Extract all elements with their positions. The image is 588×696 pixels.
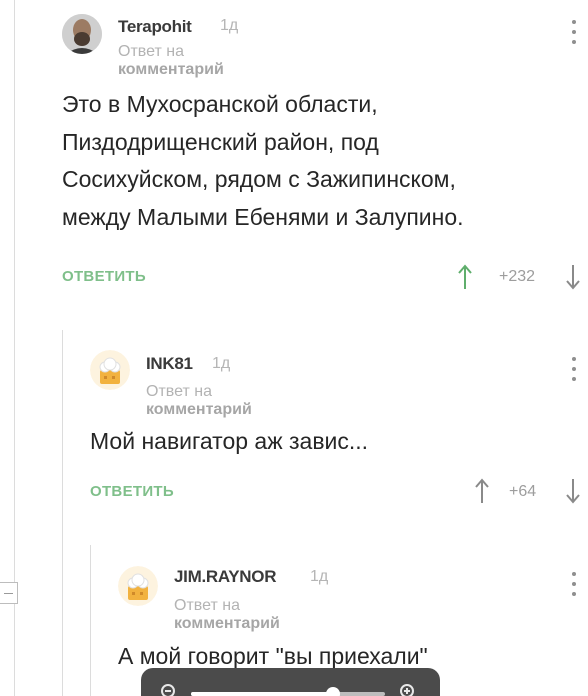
avatar[interactable] [90,350,130,390]
arrow-down-icon[interactable] [566,478,580,504]
reply-button[interactable]: ОТВЕТИТЬ [62,268,146,285]
zoom-in-icon[interactable] [400,684,414,696]
comment-text: Мой навигатор аж завис... [90,428,369,454]
reply-to-prefix: Ответ на [146,383,212,400]
user-photo-icon [62,14,102,54]
arrow-down-icon[interactable] [566,264,580,290]
zoom-out-icon[interactable] [161,684,175,696]
default-chef-avatar-icon [90,350,130,390]
comment-text: Это в Мухосранской области, Пиздодрищенс… [62,91,464,230]
rating-count: +232 [499,268,536,285]
comment-age: 1д [220,17,239,34]
collapse-thread-button[interactable] [0,582,18,604]
rating-count: +64 [509,483,537,500]
arrow-up-icon[interactable] [458,264,472,290]
reply-button[interactable]: ОТВЕТИТЬ [90,483,174,500]
reply-to-link[interactable]: Ответ на комментарий [146,383,252,419]
reply-to-prefix: Ответ на [118,43,184,60]
vertical-dots-icon[interactable] [570,20,578,46]
vertical-dots-icon[interactable] [570,572,578,598]
reply-to-target[interactable]: комментарий [174,615,280,632]
comment-author[interactable]: JIM.RAYNOR [174,567,276,587]
reply-to-link[interactable]: Ответ на комментарий [174,597,280,633]
arrow-up-icon[interactable] [475,478,489,504]
thread-line-level-1 [62,330,63,696]
zoom-slider[interactable] [191,687,385,696]
reply-to-target[interactable]: комментарий [146,401,252,418]
vertical-dots-icon[interactable] [570,357,578,383]
reply-to-target[interactable]: комментарий [118,61,224,78]
avatar[interactable] [118,566,158,606]
zoom-control [141,668,440,696]
zoom-slider-fill [191,692,333,696]
comment-author[interactable]: Terapohit [118,17,192,37]
reply-to-prefix: Ответ на [174,597,240,614]
default-chef-avatar-icon [118,566,158,606]
comment-author[interactable]: INK81 [146,354,193,374]
avatar[interactable] [62,14,102,54]
zoom-slider-thumb[interactable] [325,687,340,696]
reply-to-link[interactable]: Ответ на комментарий [118,43,224,79]
comment-age: 1д [310,568,329,585]
comment-age: 1д [212,355,231,372]
thread-line-level-2 [90,545,91,696]
